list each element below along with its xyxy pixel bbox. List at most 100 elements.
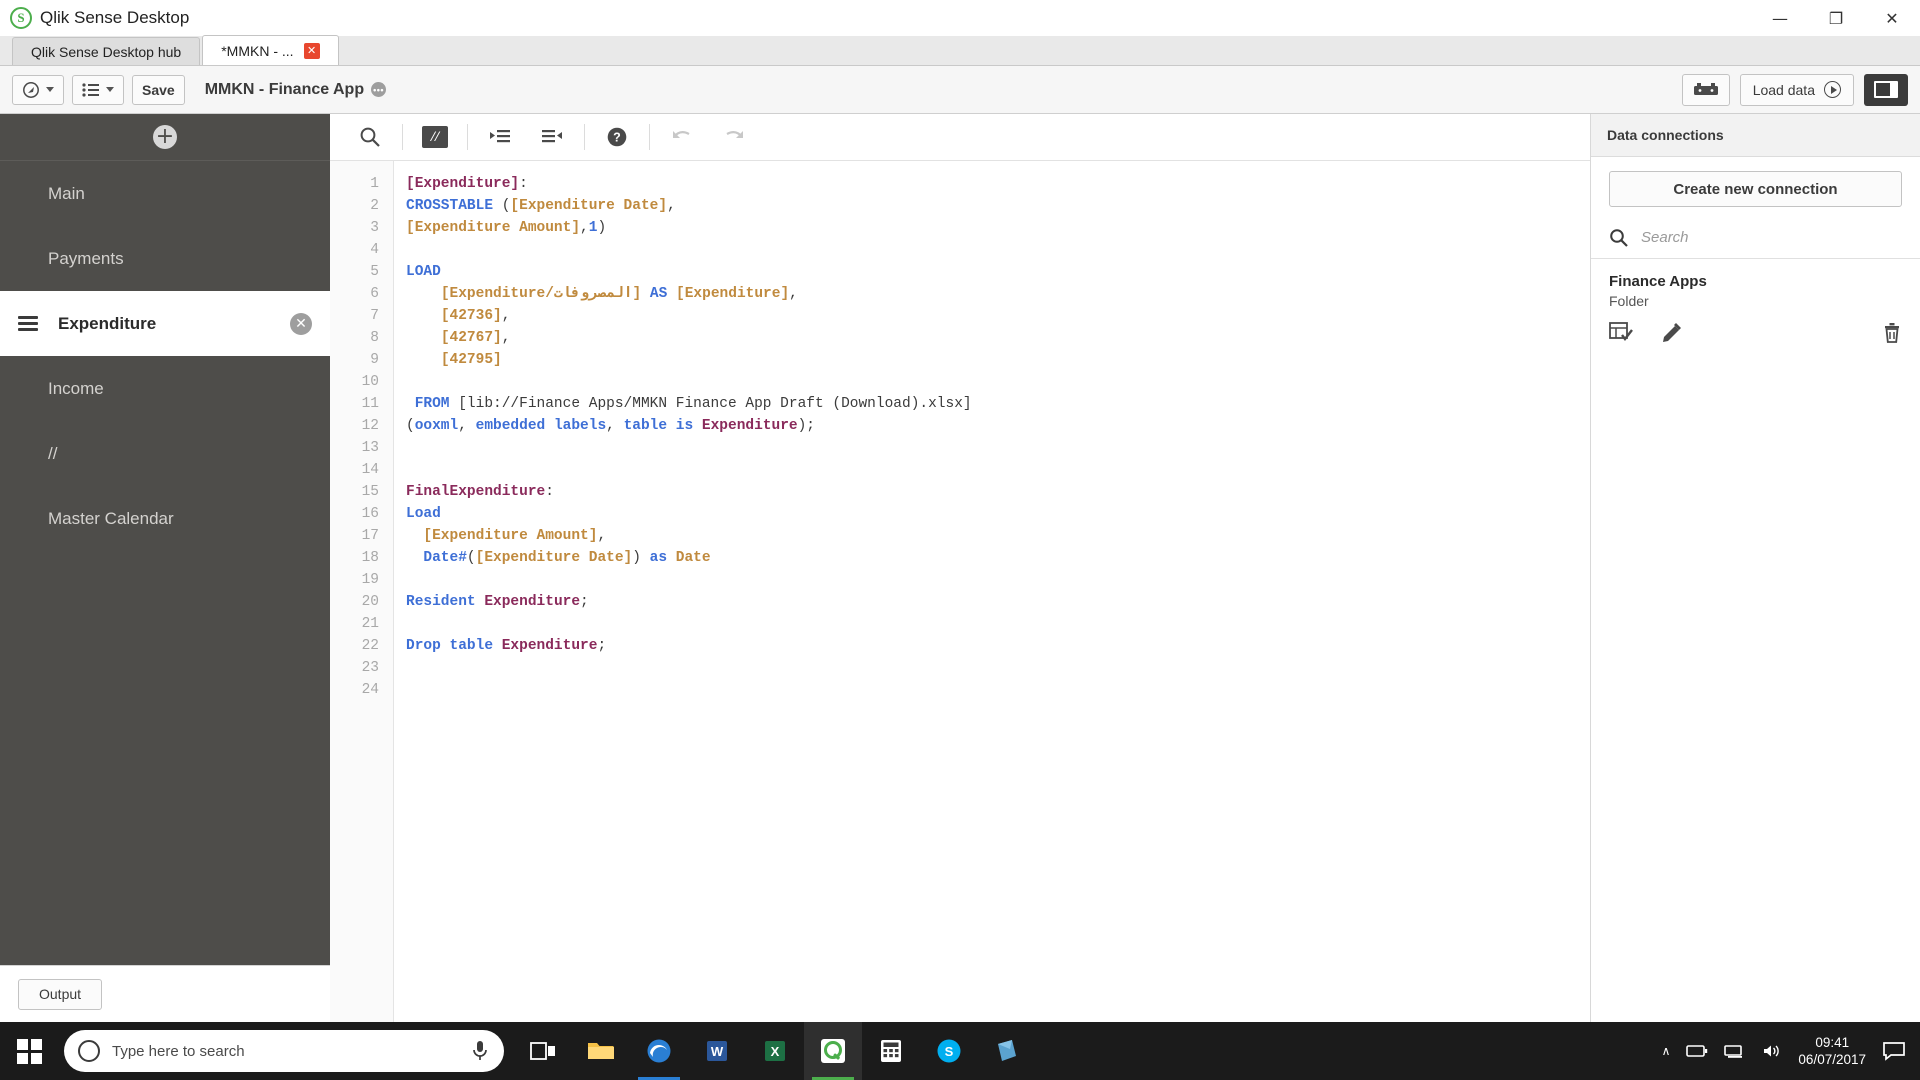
code-line: CROSSTABLE ([Expenditure Date],	[406, 195, 1590, 217]
code-area[interactable]: 123456789101112131415161718192021222324 …	[330, 161, 1590, 1022]
clock-time: 09:41	[1798, 1034, 1866, 1051]
select-data-icon[interactable]	[1609, 321, 1633, 343]
sidebar-item-expenditure[interactable]: Expenditure ✕	[0, 291, 330, 356]
connection-type: Folder	[1609, 293, 1902, 309]
clock-date: 06/07/2017	[1798, 1051, 1866, 1068]
app-info-badge[interactable]: •••	[371, 82, 386, 97]
volume-icon[interactable]	[1762, 1043, 1782, 1059]
system-tray: ∧ 09:41	[1662, 1022, 1920, 1080]
sections-header: +	[0, 114, 330, 161]
delete-icon[interactable]	[1882, 321, 1902, 343]
connections-search[interactable]	[1591, 217, 1920, 259]
sidebar-item-master-calendar[interactable]: Master Calendar	[0, 486, 330, 551]
outdent-button[interactable]	[526, 114, 578, 160]
undo-button[interactable]	[656, 114, 708, 160]
sidebar-item-comment[interactable]: //	[0, 421, 330, 486]
tab-qlik-sense-desktop-hub[interactable]: Qlik Sense Desktop hub	[12, 37, 200, 65]
minimize-button[interactable]: —	[1752, 0, 1808, 36]
code-line: [Expenditure Amount],	[406, 525, 1590, 547]
line-number: 1	[330, 173, 393, 195]
section-label: Master Calendar	[48, 509, 174, 529]
taskbar-search[interactable]: Type here to search	[64, 1030, 504, 1072]
taskbar-clock[interactable]: 09:41 06/07/2017	[1798, 1034, 1866, 1068]
code-line: [42795]	[406, 349, 1590, 371]
line-number: 14	[330, 459, 393, 481]
sidebar-item-income[interactable]: Income	[0, 356, 330, 421]
redo-button[interactable]	[708, 114, 760, 160]
navigation-button[interactable]	[12, 75, 64, 105]
maximize-button[interactable]: ❐	[1808, 0, 1864, 36]
taskbar-apps: W X	[514, 1022, 1036, 1080]
load-data-button[interactable]: Load data	[1740, 74, 1854, 106]
task-view-button[interactable]	[514, 1022, 572, 1080]
load-data-label: Load data	[1753, 82, 1815, 98]
data-manager-button[interactable]	[1682, 74, 1730, 106]
taskbar-excel[interactable]: X	[746, 1022, 804, 1080]
tab-close-icon[interactable]: ✕	[304, 43, 320, 59]
microphone-icon[interactable]	[472, 1040, 488, 1062]
close-button[interactable]: ✕	[1864, 0, 1920, 36]
taskbar-calculator[interactable]	[862, 1022, 920, 1080]
toggle-right-panel-icon	[1874, 81, 1898, 98]
code-line	[406, 657, 1590, 679]
sidebar-item-main[interactable]: Main	[0, 161, 330, 226]
section-label: Expenditure	[58, 314, 156, 334]
battery-icon[interactable]	[1686, 1044, 1708, 1058]
taskbar-qlik-sense[interactable]	[804, 1022, 862, 1080]
shape-icon	[994, 1038, 1020, 1064]
taskbar-skype[interactable]: S	[920, 1022, 978, 1080]
chevron-down-icon	[46, 87, 54, 92]
taskbar-file-explorer[interactable]	[572, 1022, 630, 1080]
help-button[interactable]: ?	[591, 114, 643, 160]
qlik-logo-icon: S	[10, 7, 32, 29]
notifications-icon[interactable]	[1882, 1041, 1906, 1061]
task-view-icon	[530, 1040, 556, 1062]
add-section-button[interactable]: +	[153, 125, 177, 149]
code-line	[406, 437, 1590, 459]
search-icon	[359, 126, 381, 148]
code-line: (ooxml, embedded labels, table is Expend…	[406, 415, 1590, 437]
data-connections-panel: Data connections Create new connection F…	[1590, 114, 1920, 1022]
edit-icon[interactable]	[1661, 321, 1683, 343]
network-icon[interactable]	[1724, 1043, 1746, 1059]
connection-name: Finance Apps	[1609, 273, 1902, 290]
taskbar-word[interactable]: W	[688, 1022, 746, 1080]
editor-toolbar: //	[330, 114, 1590, 161]
code-line: Drop table Expenditure;	[406, 635, 1590, 657]
edge-icon	[646, 1038, 672, 1064]
start-button[interactable]	[0, 1022, 58, 1080]
indent-button[interactable]	[474, 114, 526, 160]
sheets-button[interactable]	[72, 75, 124, 105]
save-button[interactable]: Save	[132, 75, 185, 105]
script-sections-panel: + Main Payments Expenditure ✕ Income // …	[0, 114, 330, 1022]
comment-icon: //	[422, 126, 448, 148]
section-label: //	[48, 444, 57, 464]
line-number: 16	[330, 503, 393, 525]
excel-icon: X	[763, 1039, 787, 1063]
search-circle-icon	[78, 1040, 100, 1062]
connection-item[interactable]: Finance Apps Folder	[1591, 259, 1920, 309]
tray-chevron-icon[interactable]: ∧	[1662, 1044, 1671, 1058]
code-line: [42767],	[406, 327, 1590, 349]
tab-mmkn-app[interactable]: *MMKN - ... ✕	[202, 35, 338, 65]
delete-section-icon[interactable]: ✕	[290, 313, 312, 335]
taskbar-edge[interactable]	[630, 1022, 688, 1080]
section-label: Income	[48, 379, 104, 399]
search-button[interactable]	[344, 114, 396, 160]
toggle-right-panel-button[interactable]	[1864, 74, 1908, 106]
qlik-sense-icon	[820, 1038, 846, 1064]
line-number: 24	[330, 679, 393, 701]
output-button[interactable]: Output	[18, 979, 102, 1010]
taskbar-search-placeholder: Type here to search	[112, 1043, 245, 1060]
taskbar-shape-app[interactable]	[978, 1022, 1036, 1080]
sidebar-item-payments[interactable]: Payments	[0, 226, 330, 291]
drag-handle-icon[interactable]	[18, 316, 38, 331]
comment-button[interactable]: //	[409, 114, 461, 160]
code-line: [Expenditure/المصروفات] AS [Expenditure]…	[406, 283, 1590, 305]
sections-spacer	[0, 551, 330, 965]
create-new-connection-button[interactable]: Create new connection	[1609, 171, 1902, 207]
code-line	[406, 371, 1590, 393]
section-label: Payments	[48, 249, 124, 269]
script-code[interactable]: [Expenditure]:CROSSTABLE ([Expenditure D…	[394, 161, 1590, 1022]
search-input[interactable]	[1641, 229, 1902, 246]
